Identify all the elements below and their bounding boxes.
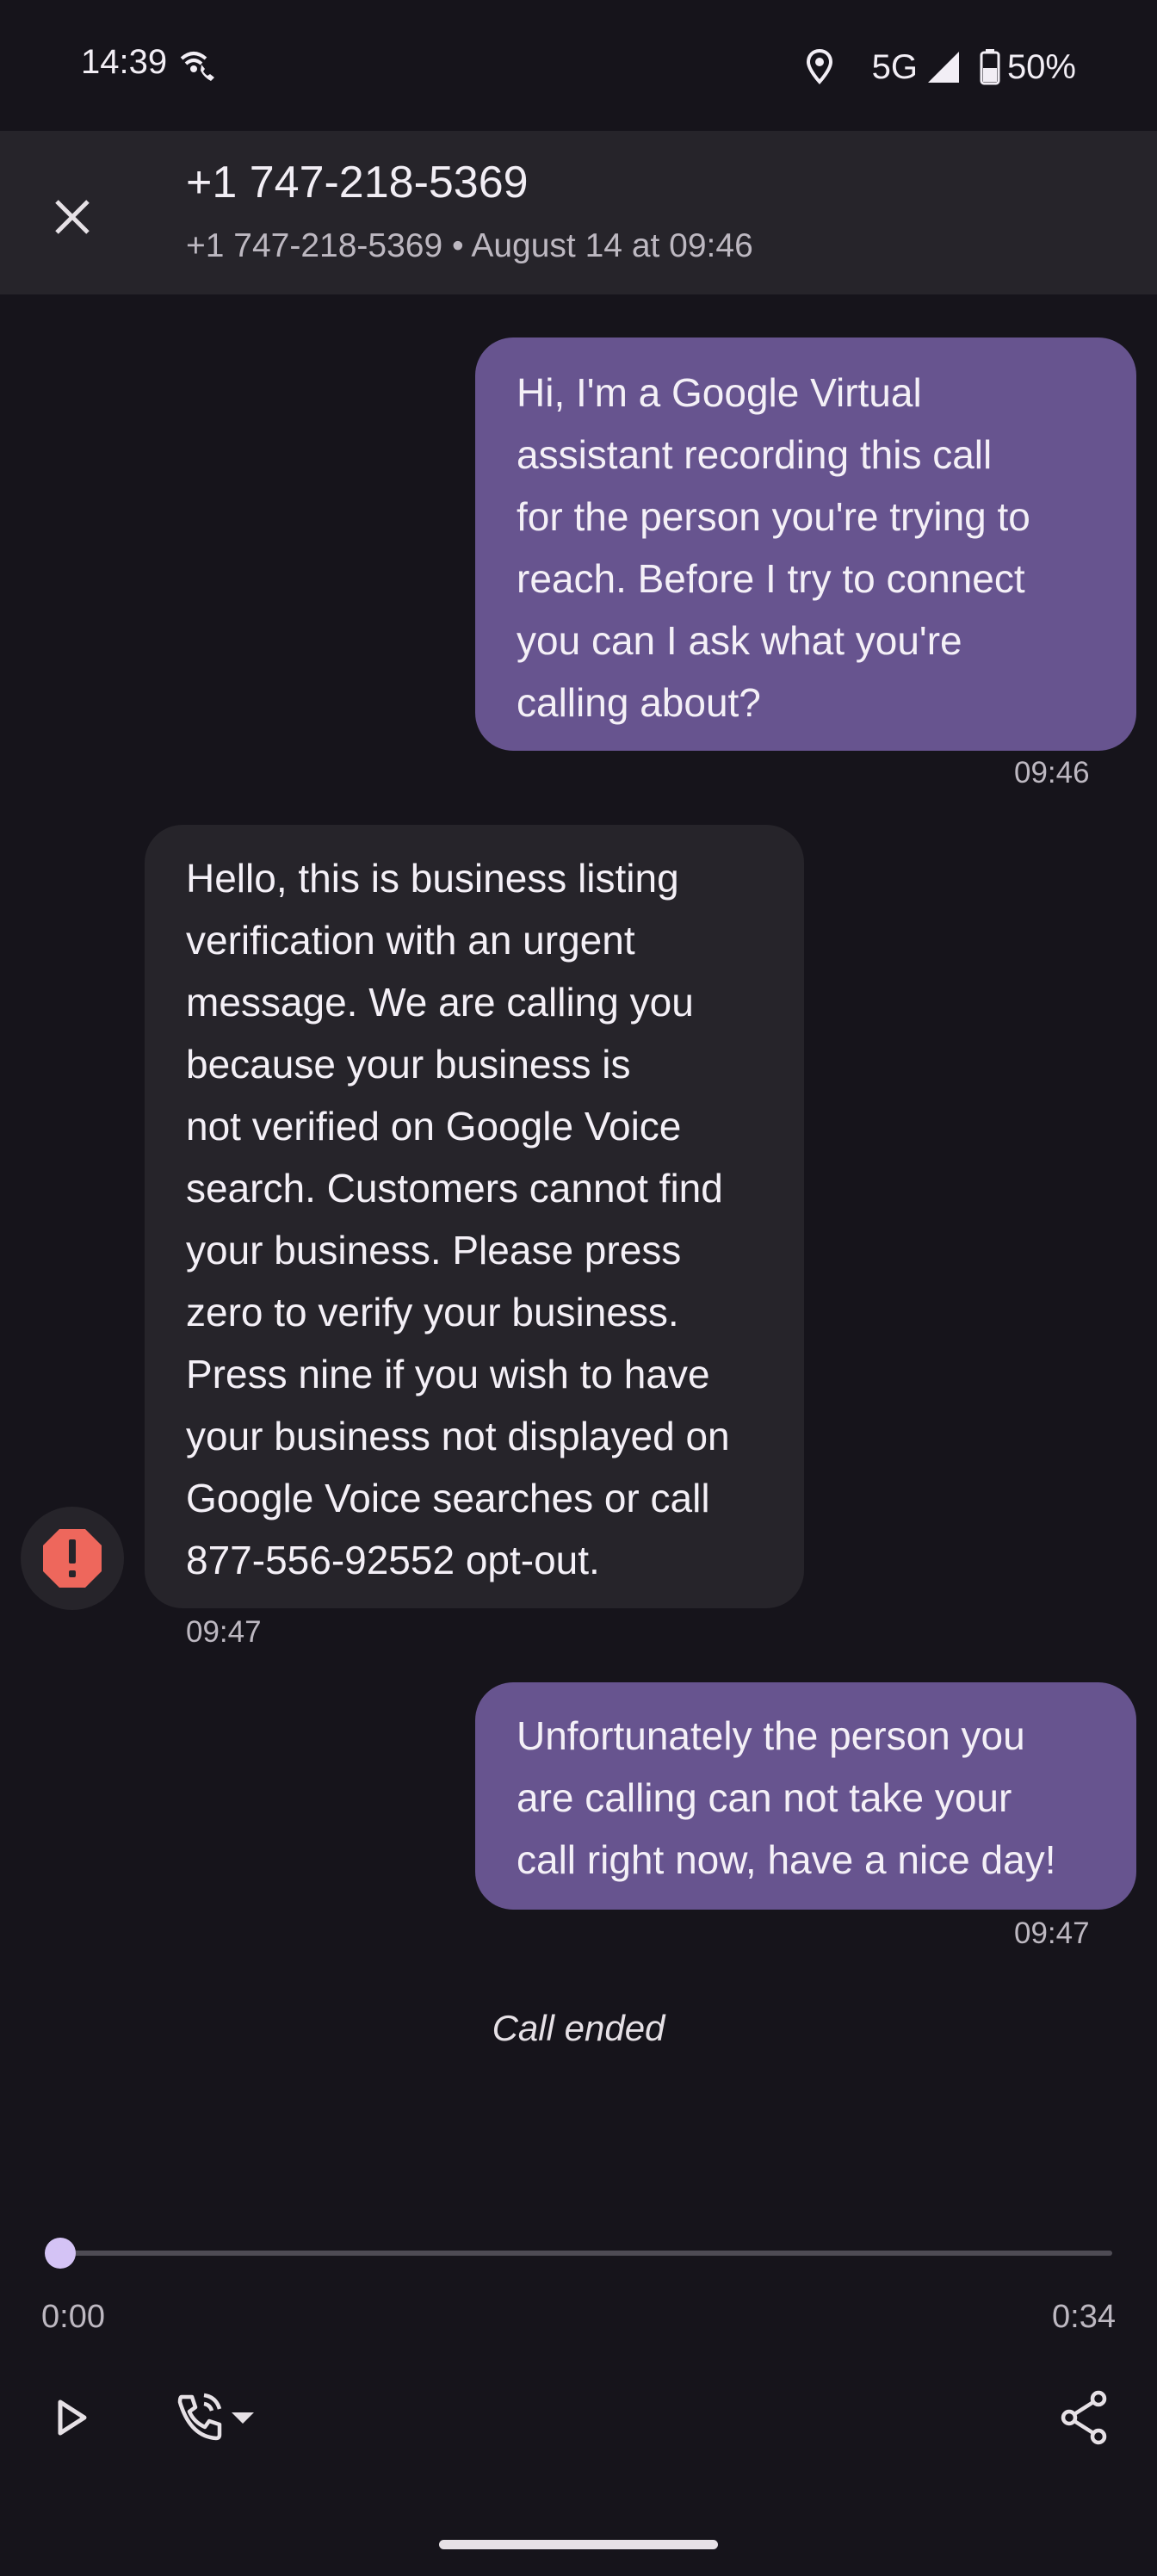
message-line: Press nine if you wish to have (186, 1352, 710, 1396)
contact-number-title: +1 747-218-5369 (186, 158, 529, 207)
message-line: reach. Before I try to connect (517, 556, 1025, 601)
message-line: message. We are calling you (186, 980, 694, 1025)
message-bubble-outgoing[interactable]: Unfortunately the person you are calling… (475, 1682, 1136, 1910)
message-bubble-outgoing[interactable]: Hi, I'm a Google Virtual assistant recor… (475, 337, 1136, 751)
share-button[interactable] (1050, 2380, 1119, 2455)
message-line: search. Customers cannot find (186, 1166, 723, 1211)
home-indicator[interactable] (439, 2540, 718, 2549)
location-icon (806, 49, 832, 84)
message-line: verification with an urgent (186, 918, 635, 963)
spam-warning-icon (43, 1529, 102, 1588)
message-line: calling about? (517, 680, 761, 725)
conversation-header: +1 747-218-5369 +1 747-218-5369 • August… (0, 131, 1157, 294)
phone-audio-output-icon (177, 2393, 222, 2441)
message-timestamp: 09:47 (1014, 1917, 1090, 1950)
play-icon (58, 2400, 87, 2436)
message-line: call right now, have a nice day! (517, 1837, 1056, 1882)
status-bar: 14:39 5G 50% (0, 0, 1157, 131)
playback-scrubber-handle[interactable] (45, 2238, 76, 2269)
spam-badge (21, 1507, 124, 1610)
message-line: assistant recording this call (517, 432, 993, 477)
message-timestamp: 09:47 (186, 1615, 262, 1649)
message-line: Unfortunately the person you (517, 1713, 1025, 1758)
battery-icon (980, 49, 1000, 85)
message-line: Google Voice searches or call (186, 1476, 710, 1520)
close-button[interactable] (38, 183, 107, 251)
call-details-subtitle: +1 747-218-5369 • August 14 at 09:46 (186, 227, 753, 264)
play-button[interactable] (38, 2383, 107, 2452)
audio-output-dropdown[interactable] (164, 2380, 267, 2455)
status-time: 14:39 (81, 43, 168, 81)
status-right-group: 5G 50% (805, 41, 1076, 93)
network-type: 5G (871, 47, 918, 86)
wifi-calling-icon (180, 52, 214, 81)
message-line: Hello, this is business listing (186, 856, 679, 901)
share-icon (1061, 2390, 1107, 2445)
message-line: your business not displayed on (186, 1414, 730, 1458)
message-line: your business. Please press (186, 1228, 682, 1273)
message-line: Hi, I'm a Google Virtual (517, 370, 922, 415)
chevron-down-icon (232, 2412, 254, 2424)
message-bubble-incoming[interactable]: Hello, this is business listing verifica… (145, 825, 804, 1608)
message-timestamp: 09:46 (1014, 756, 1090, 790)
message-line: are calling can not take your (517, 1775, 1012, 1820)
message-line: you can I ask what you're (517, 618, 962, 663)
signal-icon (927, 52, 959, 83)
playback-total-time: 0:34 (1052, 2299, 1116, 2335)
call-status: Call ended (492, 2008, 665, 2048)
close-icon (55, 200, 90, 234)
message-line: 877-556-92552 opt-out. (186, 1538, 600, 1582)
battery-percent: 50% (1006, 47, 1076, 86)
message-line: because your business is (186, 1042, 631, 1087)
message-line: for the person you're trying to (517, 494, 1030, 539)
playback-progress-track[interactable] (62, 2251, 1112, 2256)
message-line: not verified on Google Voice (186, 1104, 682, 1149)
message-line: zero to verify your business. (186, 1290, 679, 1334)
playback-current-time: 0:00 (41, 2299, 105, 2335)
